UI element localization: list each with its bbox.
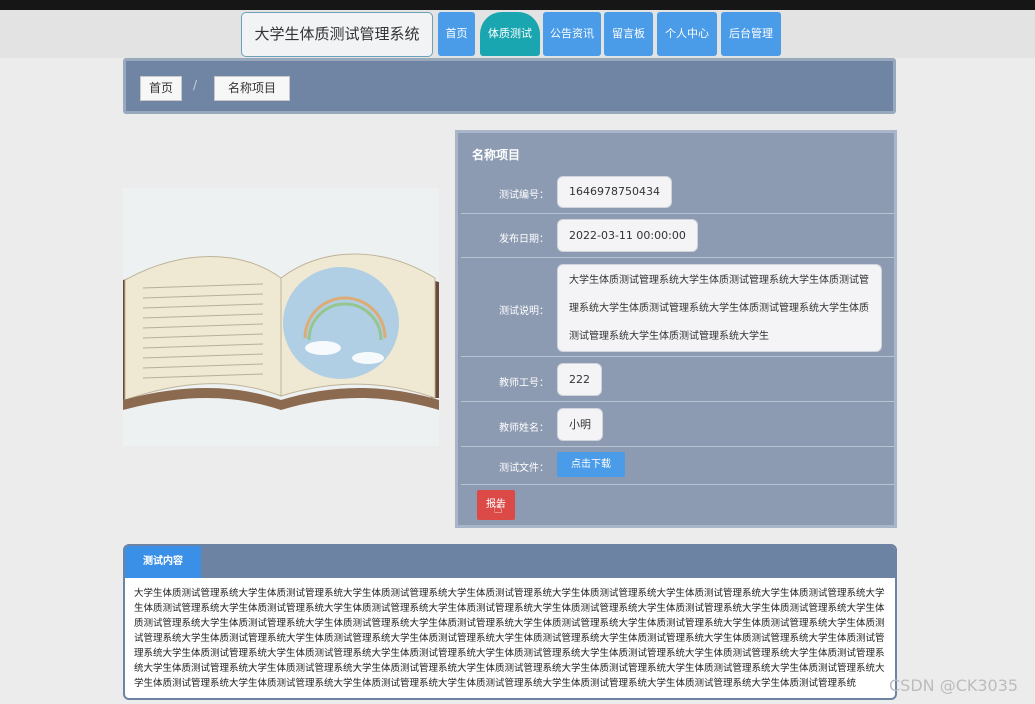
content-header: 测试内容: [125, 546, 895, 578]
detail-title: 名称项目: [472, 148, 521, 162]
teacher-name-value: 小明: [557, 408, 603, 441]
breadcrumb: 首页 / 名称项目: [123, 58, 896, 114]
teacher-no-value: 222: [557, 363, 602, 396]
row-teacher-no: 教师工号： 222: [461, 357, 894, 402]
breadcrumb-home[interactable]: 首页: [140, 76, 182, 101]
row-teacher-name: 教师姓名： 小明: [461, 402, 894, 447]
test-id-value: 1646978750434: [557, 176, 672, 208]
breadcrumb-current: 名称项目: [214, 76, 290, 101]
tab-test-content[interactable]: 测试内容: [125, 546, 201, 578]
row-test-id: 测试编号： 1646978750434: [461, 170, 894, 214]
nav-fitness-test[interactable]: 体质测试: [480, 12, 540, 56]
content-text: 大学生体质测试管理系统大学生体质测试管理系统大学生体质测试管理系统大学生体质测试…: [134, 588, 885, 689]
open-book-image: [123, 188, 439, 446]
nav-announcements[interactable]: 公告资讯: [543, 12, 601, 56]
publish-date-label: 发布日期：: [499, 234, 549, 245]
test-file-label: 测试文件：: [499, 463, 549, 474]
content-panel: 测试内容 大学生体质测试管理系统大学生体质测试管理系统大学生体质测试管理系统大学…: [123, 544, 897, 700]
description-label: 测试说明：: [499, 306, 549, 317]
detail-panel: 名称项目 测试编号： 1646978750434 发布日期： 2022-03-1…: [455, 130, 897, 528]
nav-personal-center[interactable]: 个人中心: [657, 12, 717, 56]
publish-date-value: 2022-03-11 00:00:00: [557, 219, 698, 252]
description-value: 大学生体质测试管理系统大学生体质测试管理系统大学生体质测试管理系统大学生体质测试…: [557, 264, 882, 352]
breadcrumb-separator: /: [193, 78, 198, 92]
site-title: 大学生体质测试管理系统: [241, 12, 433, 57]
row-test-file: 测试文件： 点击下载: [461, 447, 894, 485]
test-id-label: 测试编号：: [499, 190, 549, 201]
teacher-name-label: 教师姓名：: [499, 423, 549, 434]
hand-cursor-icon: ☝: [493, 498, 503, 517]
row-publish-date: 发布日期： 2022-03-11 00:00:00: [461, 214, 894, 258]
nav-admin[interactable]: 后台管理: [721, 12, 781, 56]
item-image: [123, 188, 439, 446]
nav-home[interactable]: 首页: [438, 12, 475, 56]
row-description: 测试说明： 大学生体质测试管理系统大学生体质测试管理系统大学生体质测试管理系统大…: [461, 258, 894, 357]
window-top-strip: [0, 0, 1035, 10]
download-button[interactable]: 点击下载: [557, 452, 625, 477]
watermark: CSDN @CK3035: [889, 676, 1019, 695]
nav-message-board[interactable]: 留言板: [604, 12, 653, 56]
teacher-no-label: 教师工号：: [499, 378, 549, 389]
